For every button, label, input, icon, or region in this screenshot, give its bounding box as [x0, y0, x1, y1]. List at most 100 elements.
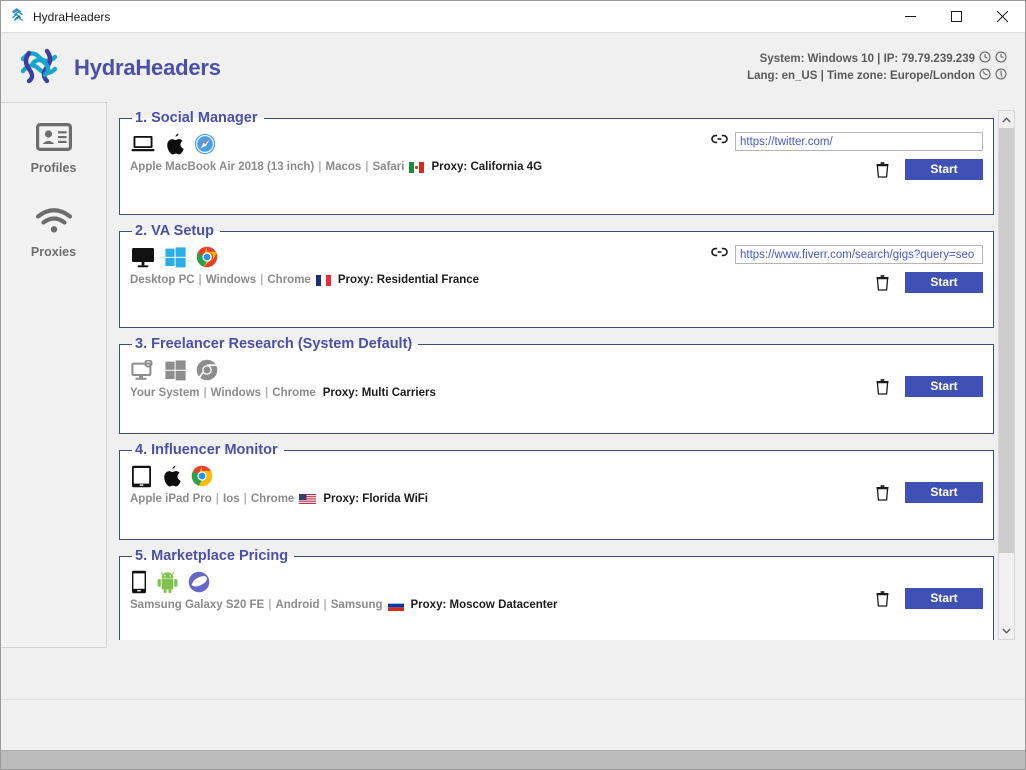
system-info-text-2: Lang: en_US | Time zone: Europe/London: [747, 70, 975, 82]
tablet-icon: [131, 465, 152, 488]
profile-meta-1: Apple MacBook Air 2018 (13 inch) | Macos…: [130, 161, 542, 173]
profile-icons-4: [131, 463, 428, 489]
samsung-internet-icon: [188, 571, 210, 593]
brand-title: HydraHeaders: [74, 54, 221, 80]
profile-meta-4: Apple iPad Pro | Ios | Chrome Proxy: Flo…: [130, 493, 428, 505]
url-input-1[interactable]: [735, 132, 983, 151]
os-name-5: Android: [275, 599, 320, 611]
profile-title-1: 1. Social Manager: [135, 110, 258, 126]
delete-profile-button-2[interactable]: [874, 273, 891, 292]
profile-title-2: 2. VA Setup: [135, 223, 214, 239]
start-button-4[interactable]: Start: [905, 482, 983, 503]
sidebar-item-proxies[interactable]: Proxies: [8, 201, 100, 265]
chrome-icon: [196, 246, 218, 268]
brand: HydraHeaders: [17, 45, 221, 90]
start-button-5[interactable]: Start: [905, 588, 983, 609]
start-button-2[interactable]: Start: [905, 272, 983, 293]
actions-2: Start: [874, 272, 983, 293]
flag-france-icon: [315, 274, 331, 286]
system-info-line-2: Lang: en_US | Time zone: Europe/London: [747, 68, 1007, 85]
delete-profile-button-4[interactable]: [874, 483, 891, 502]
device-name-4: Apple iPad Pro: [130, 493, 212, 505]
meta-separator: |: [203, 387, 207, 399]
url-row-1: [711, 132, 983, 151]
meta-separator: |: [215, 493, 220, 505]
actions-5: Start: [874, 588, 983, 609]
device-name-3: Your System: [130, 387, 200, 399]
proxy-name-2: Proxy: Residential France: [337, 274, 480, 286]
flag-mexico-icon: [409, 161, 425, 173]
profile-icons-2: [131, 244, 479, 270]
chrome-icon: [191, 465, 213, 487]
browser-name-1: Safari: [372, 161, 405, 173]
wifi-icon: [35, 207, 73, 240]
minimize-button[interactable]: [887, 1, 933, 32]
browser-name-2: Chrome: [267, 274, 311, 286]
profiles-list: 1. Social Manager Apple MacBook Air 2018…: [119, 110, 996, 640]
proxy-name-3: Proxy: Multi Carriers: [322, 387, 436, 399]
profiles-scrollbar[interactable]: [998, 110, 1015, 640]
window-controls: [887, 1, 1025, 32]
scrollbar-thumb[interactable]: [999, 128, 1014, 553]
profile-title-4: 4. Influencer Monitor: [135, 442, 278, 458]
profile-meta-3: Your System | Windows | Chrome Proxy: Mu…: [130, 387, 436, 399]
safari-icon: [194, 133, 216, 155]
link-icon: [711, 132, 728, 151]
url-input-2[interactable]: [735, 245, 983, 264]
device-name-2: Desktop PC: [130, 274, 195, 286]
flag-usa-icon: [299, 493, 317, 505]
profile-icons-3: [131, 357, 436, 383]
windows-icon: [165, 246, 186, 268]
os-name-4: Ios: [223, 493, 240, 505]
device-name-5: Samsung Galaxy S20 FE: [130, 599, 265, 611]
clock-icon-tz-2: [995, 68, 1007, 85]
system-info-line-1: System: Windows 10 | IP: 79.79.239.239: [747, 51, 1007, 68]
title-bar-left: HydraHeaders: [1, 7, 887, 27]
meta-separator: |: [198, 274, 202, 286]
system-monitor-icon: [131, 359, 155, 381]
title-bar: HydraHeaders: [1, 1, 1025, 33]
phone-icon: [131, 570, 147, 594]
id-card-icon: [35, 123, 72, 156]
system-info-text-1: System: Windows 10 | IP: 79.79.239.239: [759, 53, 975, 65]
windows-icon: [165, 359, 186, 381]
hydra-knot-icon: [10, 7, 25, 27]
meta-separator: |: [243, 493, 247, 505]
scrollbar-track[interactable]: [999, 128, 1014, 622]
profile-icons-5: [131, 569, 558, 595]
app-header: HydraHeaders System: Windows 10 | IP: 79…: [1, 33, 1025, 102]
scroll-up-button[interactable]: [999, 111, 1014, 128]
profile-meta-5: Samsung Galaxy S20 FE | Android | Samsun…: [130, 599, 558, 611]
actions-3: Start: [874, 376, 983, 397]
delete-profile-button-3[interactable]: [874, 377, 891, 396]
browser-name-4: Chrome: [250, 493, 295, 505]
url-row-2: [711, 245, 983, 264]
profile-title-3: 3. Freelancer Research (System Default): [135, 336, 413, 352]
os-name-3: Windows: [210, 387, 262, 399]
start-button-1[interactable]: Start: [905, 159, 983, 180]
profile-card-5: 5. Marketplace Pricing Samsung Galaxy S2…: [119, 548, 994, 640]
scroll-down-button[interactable]: [999, 622, 1014, 639]
delete-profile-button-1[interactable]: [874, 160, 891, 179]
profile-card-3: 3. Freelancer Research (System Default): [119, 336, 994, 434]
hydra-knot-logo: [17, 45, 61, 90]
clock-icon-secondary: [995, 51, 1007, 68]
proxy-name-4: Proxy: Florida WiFi: [323, 493, 428, 505]
clock-icon: [979, 51, 991, 68]
os-name-2: Windows: [205, 274, 257, 286]
sidebar-item-profiles[interactable]: Profiles: [8, 117, 100, 181]
link-icon: [711, 245, 728, 264]
browser-name-5: Samsung: [330, 599, 383, 611]
bottom-blank-area: [1, 698, 1025, 750]
laptop-icon: [131, 134, 155, 154]
device-name-1: Apple MacBook Air 2018 (13 inch): [130, 161, 315, 173]
maximize-button[interactable]: [933, 1, 979, 32]
close-button[interactable]: [979, 1, 1025, 32]
profiles-panel-wrap: 1. Social Manager Apple MacBook Air 2018…: [107, 102, 1025, 648]
clock-icon-tz-1: [979, 68, 991, 85]
proxy-name-1: Proxy: California 4G: [431, 161, 543, 173]
desktop-icon: [131, 247, 155, 268]
delete-profile-button-5[interactable]: [874, 589, 891, 608]
profile-card-4: 4. Influencer Monitor Apple iPad Pro | I…: [119, 442, 994, 540]
start-button-3[interactable]: Start: [905, 376, 983, 397]
